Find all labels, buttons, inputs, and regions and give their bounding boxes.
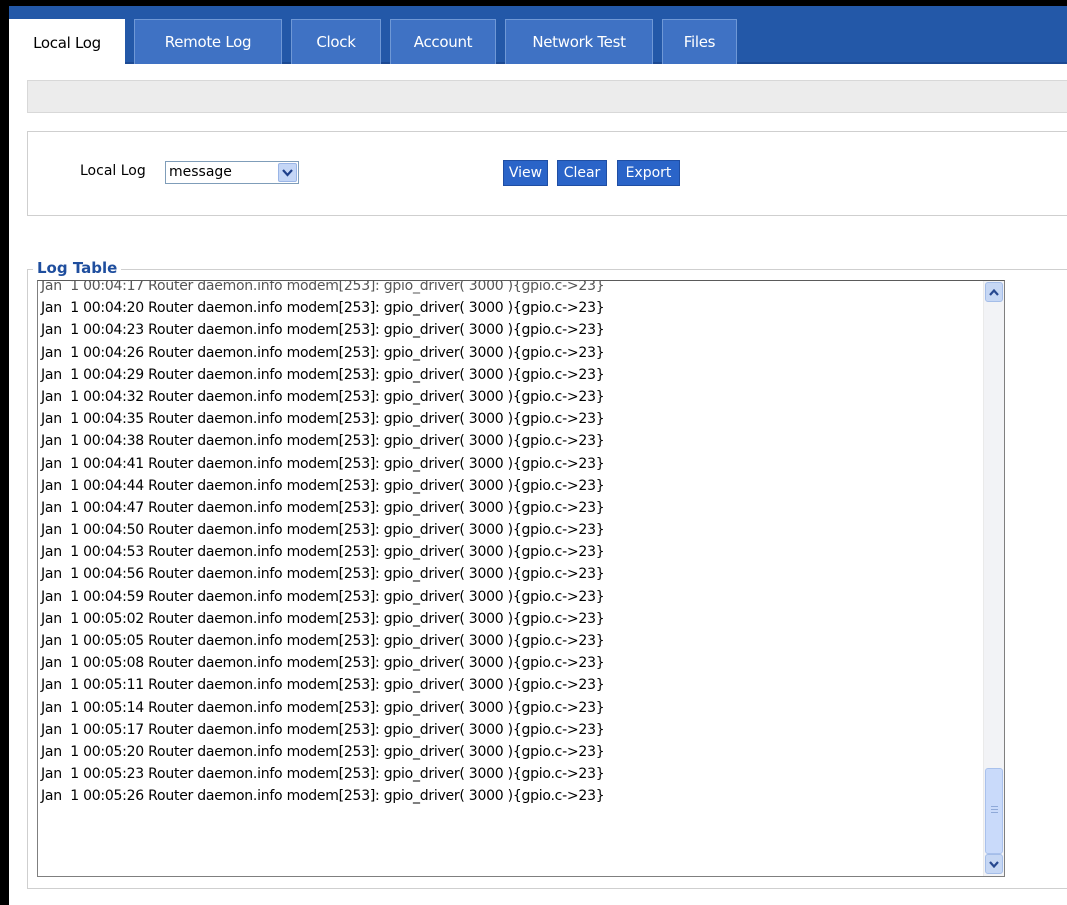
log-line: Jan 1 00:05:20 Router daemon.info modem[… [41,743,605,760]
log-line: Jan 1 00:04:53 Router daemon.info modem[… [41,544,605,561]
log-table-legend: Log Table [33,259,122,277]
log-textarea[interactable]: Jan 1 00:04:17 Router daemon.info modem[… [37,280,1005,877]
log-controls-panel: Local Log message View Clear Export [27,131,1067,216]
fieldset-border-bottom [27,888,1067,889]
fieldset-border-left [27,269,28,889]
tab-account[interactable]: Account [390,19,496,64]
log-line: Jan 1 00:04:26 Router daemon.info modem[… [41,344,605,361]
status-strip [27,80,1067,113]
log-line: Jan 1 00:04:59 Router daemon.info modem[… [41,588,605,605]
chevron-down-icon[interactable] [278,163,297,182]
view-button[interactable]: View [503,160,548,186]
log-line: Jan 1 00:05:17 Router daemon.info modem[… [41,721,605,738]
log-line: Jan 1 00:04:44 Router daemon.info modem[… [41,477,605,494]
export-button[interactable]: Export [617,160,680,186]
log-line: Jan 1 00:04:20 Router daemon.info modem[… [41,300,605,317]
log-line: Jan 1 00:04:41 Router daemon.info modem[… [41,455,605,472]
log-line: Jan 1 00:05:14 Router daemon.info modem[… [41,699,605,716]
log-line: Jan 1 00:04:17 Router daemon.info modem[… [41,280,605,294]
log-line: Jan 1 00:04:47 Router daemon.info modem[… [41,499,605,516]
log-line: Jan 1 00:04:29 Router daemon.info modem[… [41,366,605,383]
arrow-up-icon[interactable] [985,282,1003,302]
log-line: Jan 1 00:04:56 Router daemon.info modem[… [41,566,605,583]
tab-label: Network Test [532,33,626,51]
log-line: Jan 1 00:05:26 Router daemon.info modem[… [41,788,605,805]
tab-remote-log[interactable]: Remote Log [134,19,282,64]
tab-label: Clock [316,33,356,51]
log-line: Jan 1 00:04:23 Router daemon.info modem[… [41,322,605,339]
log-line: Jan 1 00:04:32 Router daemon.info modem[… [41,388,605,405]
arrow-down-icon[interactable] [985,854,1003,874]
log-line: Jan 1 00:04:38 Router daemon.info modem[… [41,433,605,450]
log-line: Jan 1 00:04:50 Router daemon.info modem[… [41,522,605,539]
tab-network-test[interactable]: Network Test [505,19,653,64]
tab-bar: Local Log Remote Log Clock Account Netwo… [9,6,1067,66]
log-type-select[interactable]: message [165,161,299,184]
log-type-select-value: message [169,164,232,180]
local-log-label: Local Log [80,163,146,179]
window-frame-left [0,0,9,905]
clear-button[interactable]: Clear [557,160,607,186]
tab-label: Remote Log [164,33,252,51]
tab-label: Account [413,33,473,51]
tab-label: Files [683,33,716,51]
log-line: Jan 1 00:05:11 Router daemon.info modem[… [41,677,605,694]
log-line: Jan 1 00:05:23 Router daemon.info modem[… [41,766,605,783]
log-line: Jan 1 00:04:35 Router daemon.info modem[… [41,411,605,428]
tab-clock[interactable]: Clock [291,19,381,64]
scrollbar-thumb[interactable] [985,768,1003,854]
tab-local-log[interactable]: Local Log [9,19,125,66]
log-line: Jan 1 00:05:02 Router daemon.info modem[… [41,610,605,627]
tab-files[interactable]: Files [662,19,737,64]
log-line: Jan 1 00:05:08 Router daemon.info modem[… [41,655,605,672]
fieldset-border-top [27,269,1067,270]
tab-label: Local Log [33,34,101,52]
vertical-scrollbar[interactable] [983,281,1004,876]
log-line: Jan 1 00:05:05 Router daemon.info modem[… [41,633,605,649]
log-lines: Jan 1 00:04:17 Router daemon.info modem[… [41,280,976,808]
